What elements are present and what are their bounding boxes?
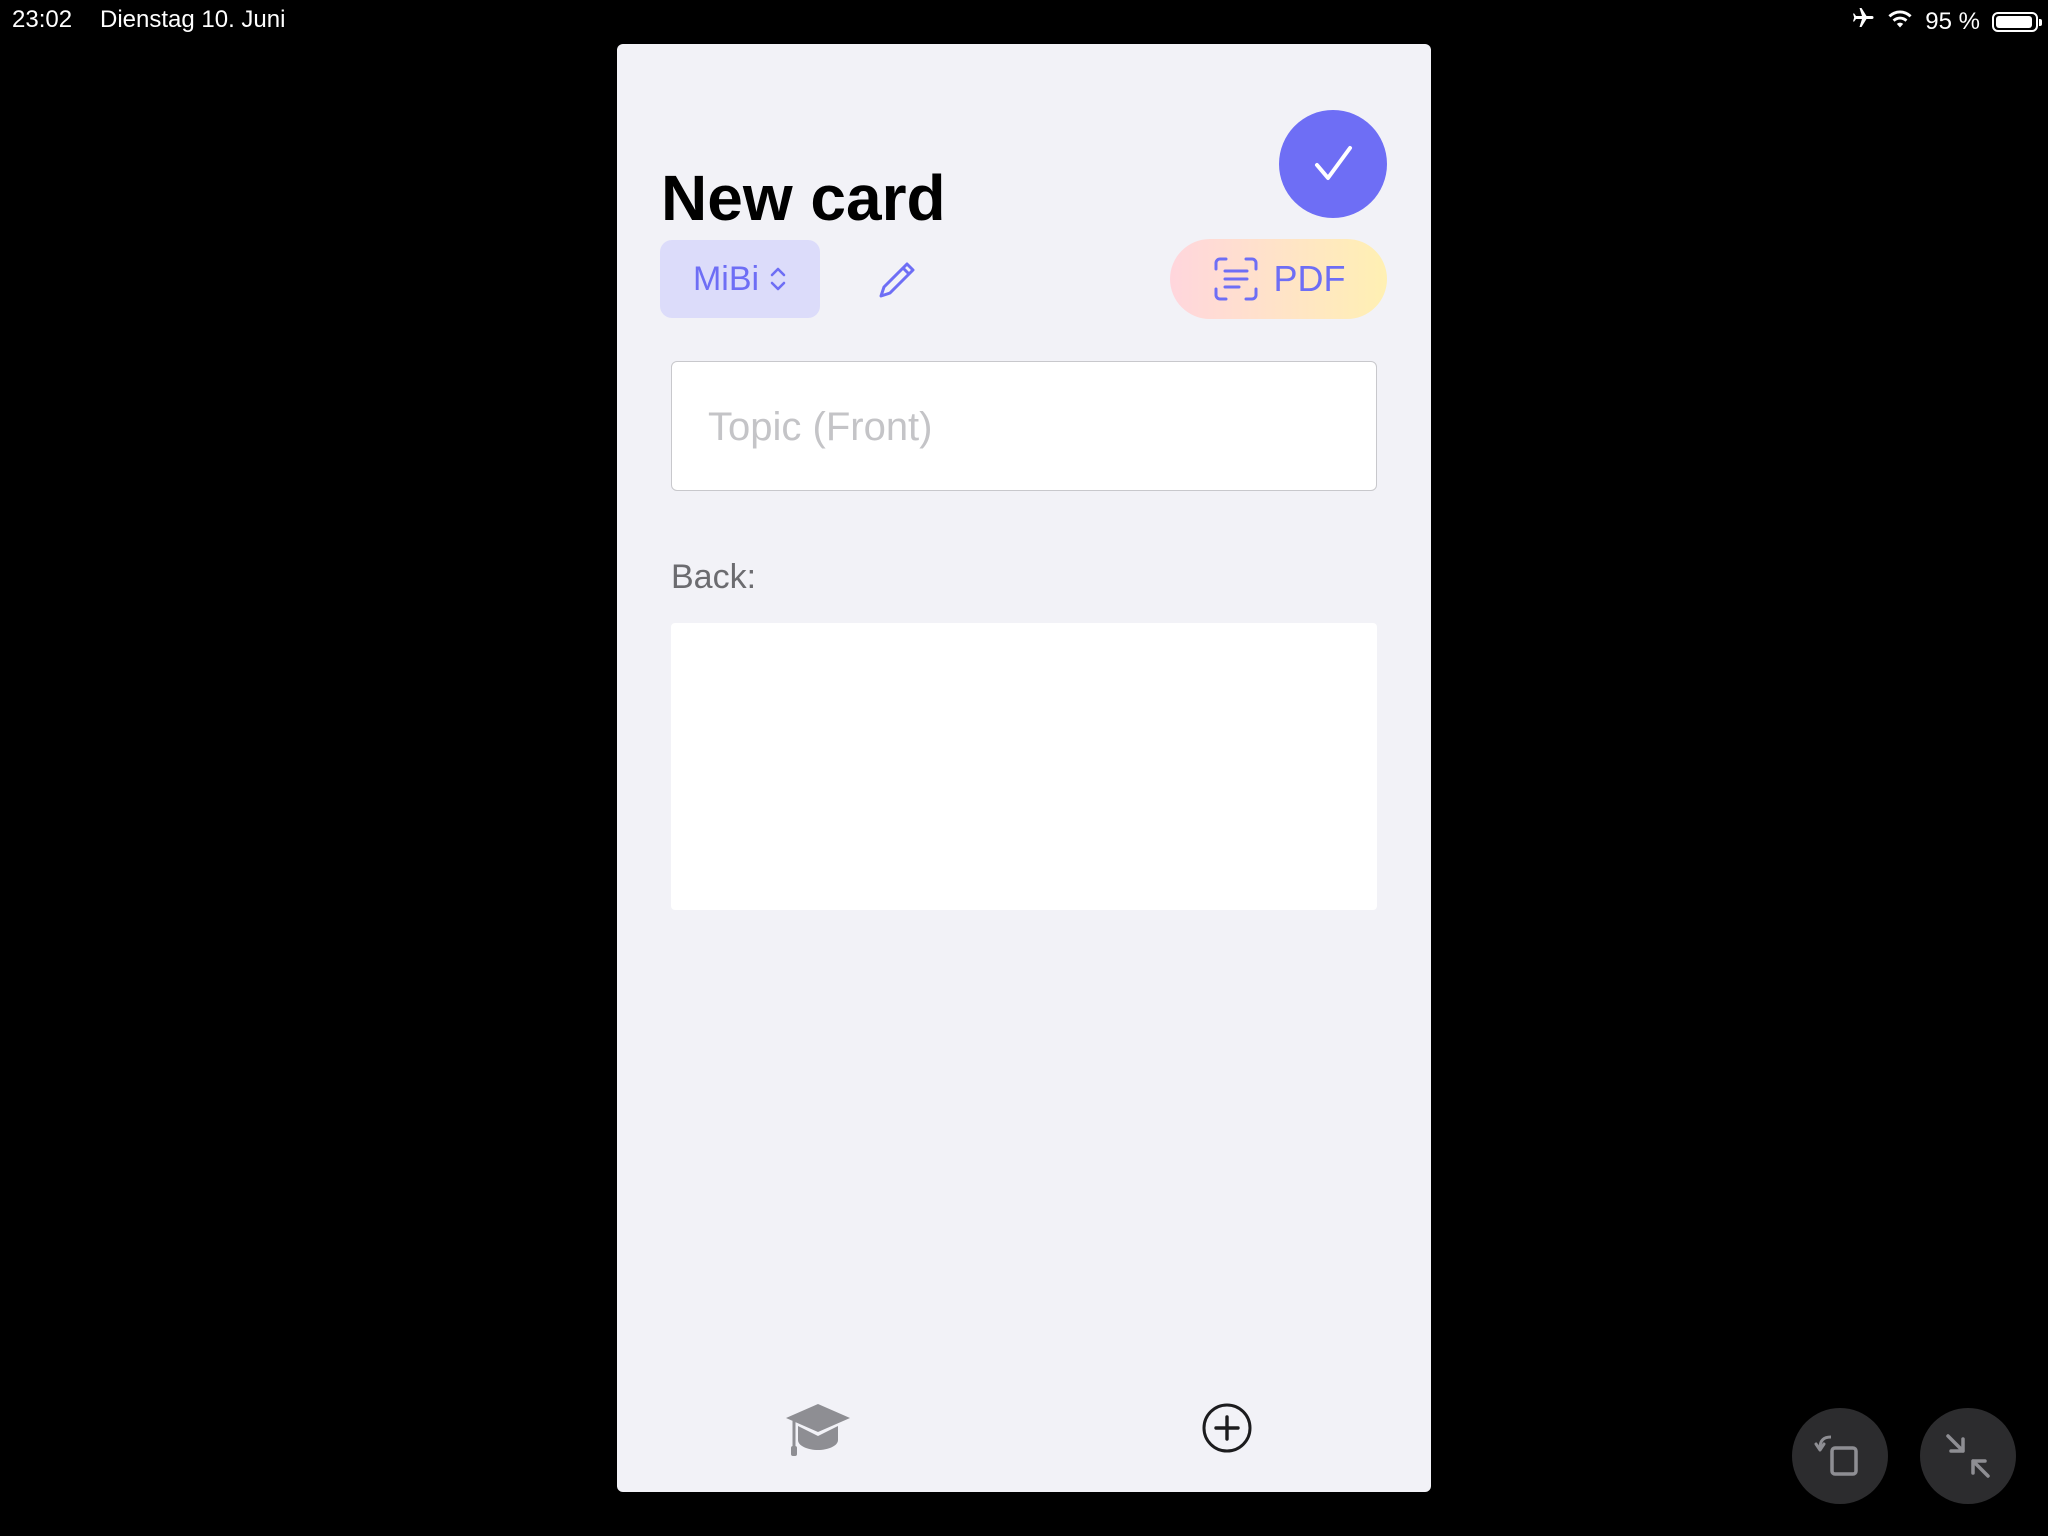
graduation-cap-icon <box>786 1404 850 1456</box>
chevron-up-down-icon <box>770 267 786 291</box>
page-title: New card <box>661 162 946 234</box>
deck-picker[interactable]: MiBi <box>660 240 820 318</box>
front-input[interactable] <box>706 362 1356 492</box>
battery-level <box>1996 15 2033 28</box>
rotate-button[interactable] <box>1792 1408 1888 1504</box>
status-date: Dienstag 10. Juni <box>100 6 286 33</box>
airplane-icon <box>1851 6 1875 37</box>
save-button[interactable] <box>1279 110 1387 218</box>
status-bar: 23:02 Dienstag 10. Juni 95 % <box>0 0 2048 40</box>
status-right-group: 95 % <box>1851 6 2042 37</box>
status-time: 23:02 <box>12 6 73 33</box>
pdf-button-label: PDF <box>1273 258 1346 299</box>
pencil-icon <box>879 262 915 298</box>
document-scan-icon <box>1214 257 1257 301</box>
front-field <box>671 361 1377 492</box>
tab-add[interactable] <box>1199 1400 1255 1456</box>
wifi-icon <box>1887 8 1913 36</box>
back-textarea[interactable] <box>671 623 1377 910</box>
battery-icon <box>1992 11 2042 32</box>
checkmark-icon <box>1315 146 1352 180</box>
deck-picker-label: MiBi <box>692 259 760 298</box>
edit-deck-button[interactable] <box>869 252 925 308</box>
rotate-icon <box>1814 1435 1858 1476</box>
collapse-icon <box>1946 1434 1990 1478</box>
battery-percent: 95 % <box>1925 7 1980 35</box>
battery-nub <box>2039 18 2042 26</box>
back-field <box>671 623 1377 910</box>
back-label: Back: <box>671 558 757 596</box>
collapse-button[interactable] <box>1920 1408 2016 1504</box>
new-card-sheet: New card MiBi PDF Back: <box>617 44 1431 1492</box>
plus-circle-icon <box>1202 1403 1252 1453</box>
tab-learn[interactable] <box>782 1396 854 1460</box>
pdf-import-button[interactable]: PDF <box>1170 239 1387 319</box>
